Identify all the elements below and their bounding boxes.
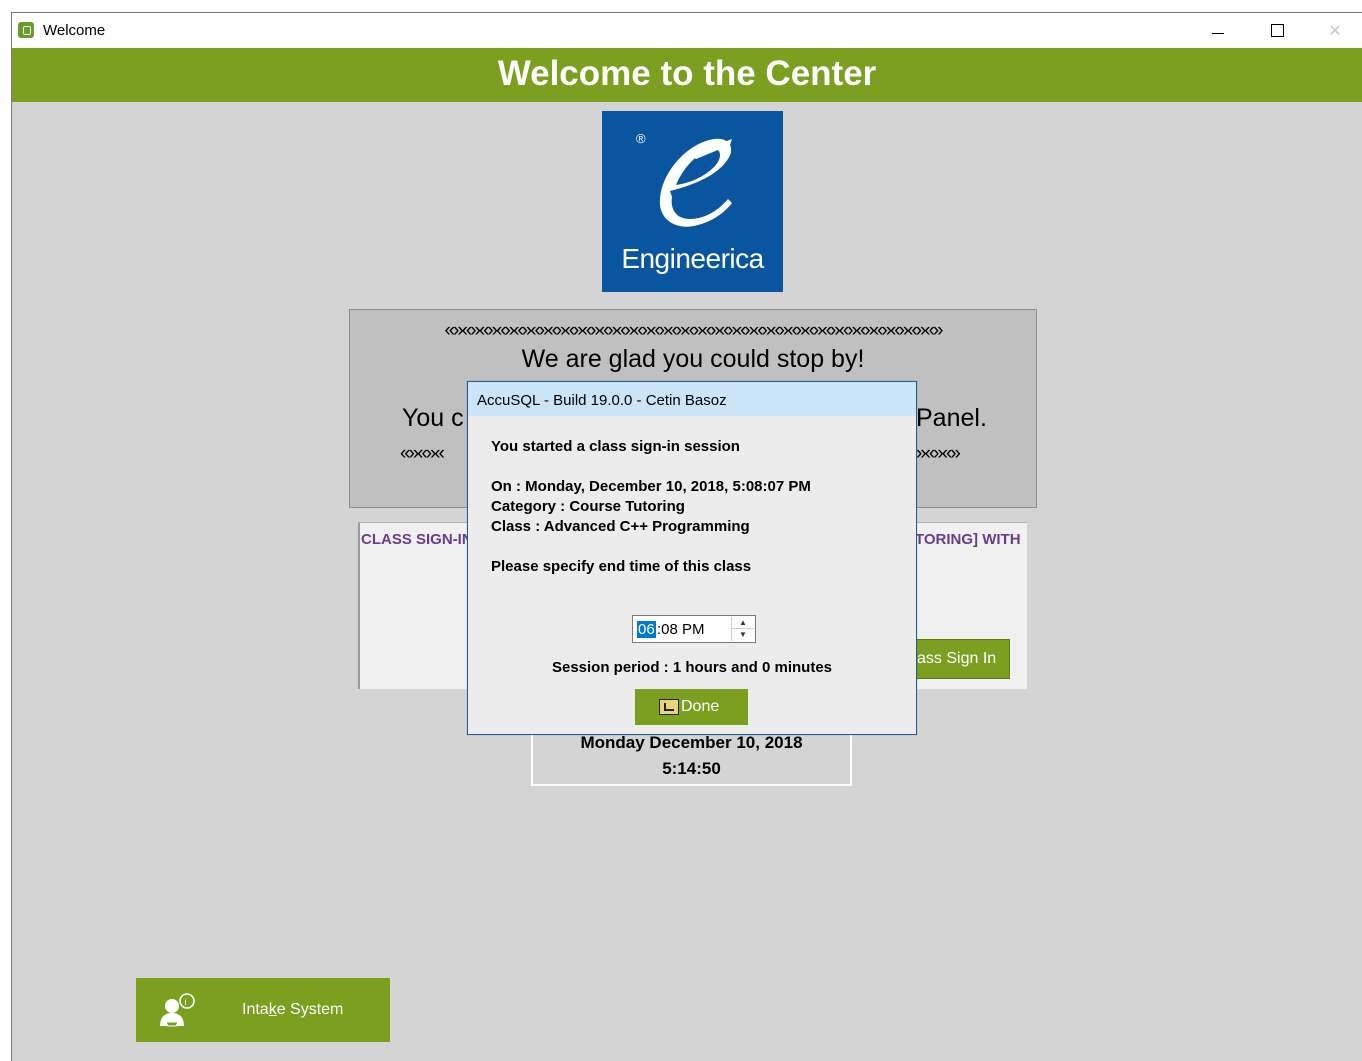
session-start-datetime: On : Monday, December 10, 2018, 5:08:07 …: [491, 478, 811, 495]
end-time-prompt: Please specify end time of this class: [491, 558, 752, 575]
session-period: Session period : 1 hours and 0 minutes: [551, 659, 833, 676]
maximize-button[interactable]: [1248, 13, 1306, 48]
engineerica-logo: ® Engineerica: [602, 111, 783, 292]
session-class: Class : Advanced C++ Programming: [491, 518, 750, 535]
logo-brand-text: Engineerica: [621, 243, 764, 274]
minimize-button[interactable]: [1189, 13, 1247, 48]
spin-down-icon[interactable]: ▼: [732, 629, 754, 641]
current-time: 5:14:50: [662, 759, 721, 778]
svg-text:i: i: [185, 997, 187, 1007]
intake-person-icon: i: [160, 993, 195, 1027]
intake-system-label: Intake System: [242, 1001, 344, 1018]
class-session-dialog: AccuSQL - Build 19.0.0 - Cetin Basoz You…: [467, 381, 917, 735]
class-sign-in-button[interactable]: ass Sign In: [914, 639, 1010, 679]
clock-panel: Monday December 10, 2018 5:14:50: [531, 728, 852, 786]
welcome-headline: We are glad you could stop by!: [521, 345, 865, 373]
decoration-bottom-right: »«»«»: [916, 443, 961, 464]
logo-e-icon: [659, 138, 732, 227]
class-signin-label: CLASS SIGN-IN: [361, 531, 473, 548]
instruction-text-left: You c: [402, 404, 464, 432]
dialog-title-bar[interactable]: AccuSQL - Build 19.0.0 - Cetin Basoz: [468, 382, 916, 416]
header-band: Welcome to the Center: [12, 48, 1362, 102]
spin-up-icon[interactable]: ▲: [732, 617, 754, 629]
class-tutoring-label: TORING] WITH: [915, 531, 1021, 548]
app-icon: [18, 22, 34, 38]
maximize-icon: [1270, 24, 1284, 37]
close-icon: ✕: [1328, 22, 1342, 40]
close-button[interactable]: ✕: [1306, 13, 1362, 48]
end-time-picker[interactable]: 06 :08 PM ▲ ▼: [632, 615, 756, 643]
decoration-top: «»«»«»«»«»«»«»«»«»«»«»«»«»«»«»«»«»«»«»«»…: [444, 320, 944, 341]
end-time-spinner[interactable]: ▲ ▼: [731, 617, 754, 641]
done-button[interactable]: Done: [635, 689, 748, 725]
window-title: Welcome: [43, 22, 106, 39]
done-button-label: Done: [681, 698, 720, 715]
done-folder-icon: [659, 699, 679, 715]
current-date: Monday December 10, 2018: [580, 733, 803, 752]
dialog-title: AccuSQL - Build 19.0.0 - Cetin Basoz: [477, 392, 727, 409]
minimize-icon: [1212, 33, 1224, 34]
end-time-minutes[interactable]: :08 PM: [657, 621, 705, 638]
end-time-hour[interactable]: 06: [637, 621, 656, 638]
decoration-bottom-left: «»«»«: [400, 443, 445, 464]
instruction-text-right: Panel.: [916, 404, 987, 432]
session-started-text: You started a class sign-in session: [491, 438, 740, 455]
intake-system-button[interactable]: i Intake System: [136, 978, 390, 1042]
session-category: Category : Course Tutoring: [491, 498, 685, 515]
page-title: Welcome to the Center: [497, 54, 877, 93]
title-bar[interactable]: Welcome ✕: [12, 13, 1362, 48]
